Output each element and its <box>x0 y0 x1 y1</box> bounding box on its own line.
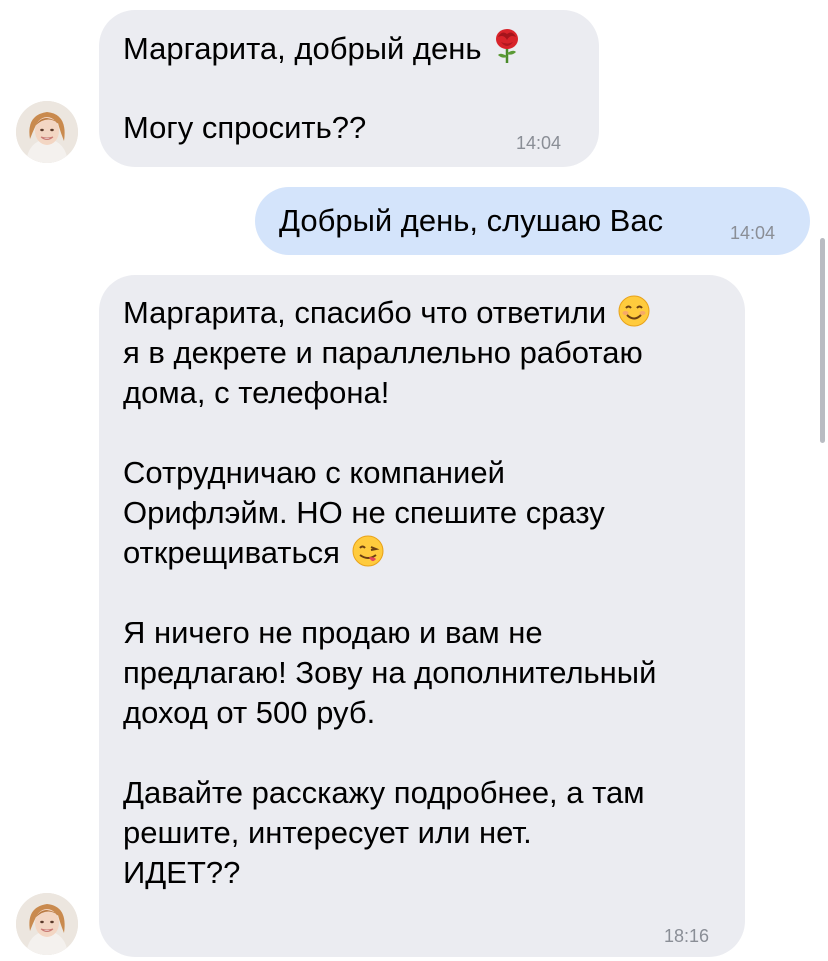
scrollbar[interactable] <box>820 238 825 443</box>
smiling-face-icon <box>617 294 651 338</box>
message-bubble-incoming[interactable]: Маргарита, добрый день Могу спросить?? 1… <box>99 10 599 167</box>
message-timestamp: 18:16 <box>664 926 710 946</box>
message-timestamp: 14:04 <box>516 133 562 153</box>
message-text: ИДЕТ?? <box>123 855 241 890</box>
message-bubble-outgoing[interactable]: Добрый день, слушаю Вас 14:04 <box>255 187 810 255</box>
message-timestamp: 14:04 <box>730 223 776 243</box>
message-text: Маргарита, добрый день <box>123 31 482 66</box>
message-text: открещиваться <box>123 535 340 570</box>
message-text: доход от 500 руб. <box>123 695 376 730</box>
rose-icon <box>492 28 522 74</box>
message-text: Сотрудничаю с компанией <box>123 455 505 490</box>
message-text: Давайте расскажу подробнее, а там <box>123 775 645 810</box>
message-text: Орифлэйм. НО не спешите сразу <box>123 495 605 530</box>
message-text: я в декрете и параллельно работаю <box>123 335 643 370</box>
avatar[interactable] <box>16 893 78 955</box>
message-text: Могу спросить?? <box>123 110 367 145</box>
avatar-photo <box>16 101 78 163</box>
message-text: Я ничего не продаю и вам не <box>123 615 543 650</box>
message-text: предлагаю! Зову на дополнительный <box>123 655 657 690</box>
avatar-photo <box>16 893 78 955</box>
avatar[interactable] <box>16 101 78 163</box>
message-text: дома, с телефона! <box>123 375 390 410</box>
message-bubble-incoming[interactable]: Маргарита, спасибо что ответили я в декр… <box>99 275 745 957</box>
message-text: решите, интересует или нет. <box>123 815 532 850</box>
yum-face-icon <box>351 534 385 578</box>
message-text: Маргарита, спасибо что ответили <box>123 295 607 330</box>
